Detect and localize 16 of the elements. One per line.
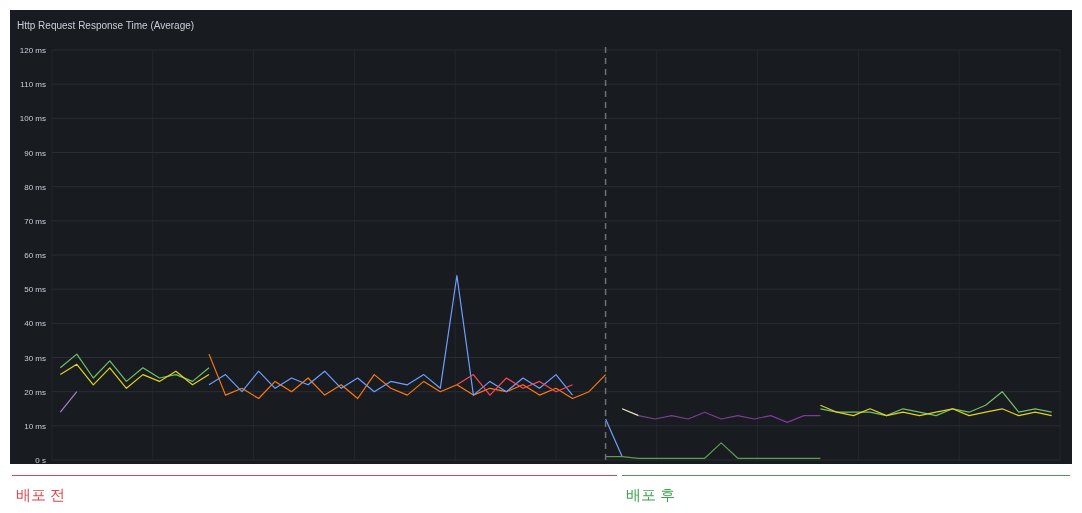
phase-label: 배포 후 xyxy=(626,486,676,503)
phase-label: 배포 전 xyxy=(16,486,66,503)
axis-label: 70 ms xyxy=(24,216,46,226)
panel-title: Http Request Response Time (Average) xyxy=(17,18,195,33)
axis-label: 50 ms xyxy=(24,285,46,295)
axis-label: 110 ms xyxy=(20,80,46,90)
axis-label: 40 ms xyxy=(24,319,46,329)
axis-label: 0 s xyxy=(35,456,46,464)
axis-label: 30 ms xyxy=(24,353,46,363)
axis-label: 60 ms xyxy=(24,251,46,260)
axis-label: 120 ms xyxy=(19,46,46,55)
axis-label: 90 ms xyxy=(24,148,46,158)
axis-label: 100 ms xyxy=(19,114,46,124)
axis-label: 20 ms xyxy=(24,387,46,397)
axis-label: 10 ms xyxy=(24,421,46,431)
axis-label: 80 ms xyxy=(24,182,46,192)
